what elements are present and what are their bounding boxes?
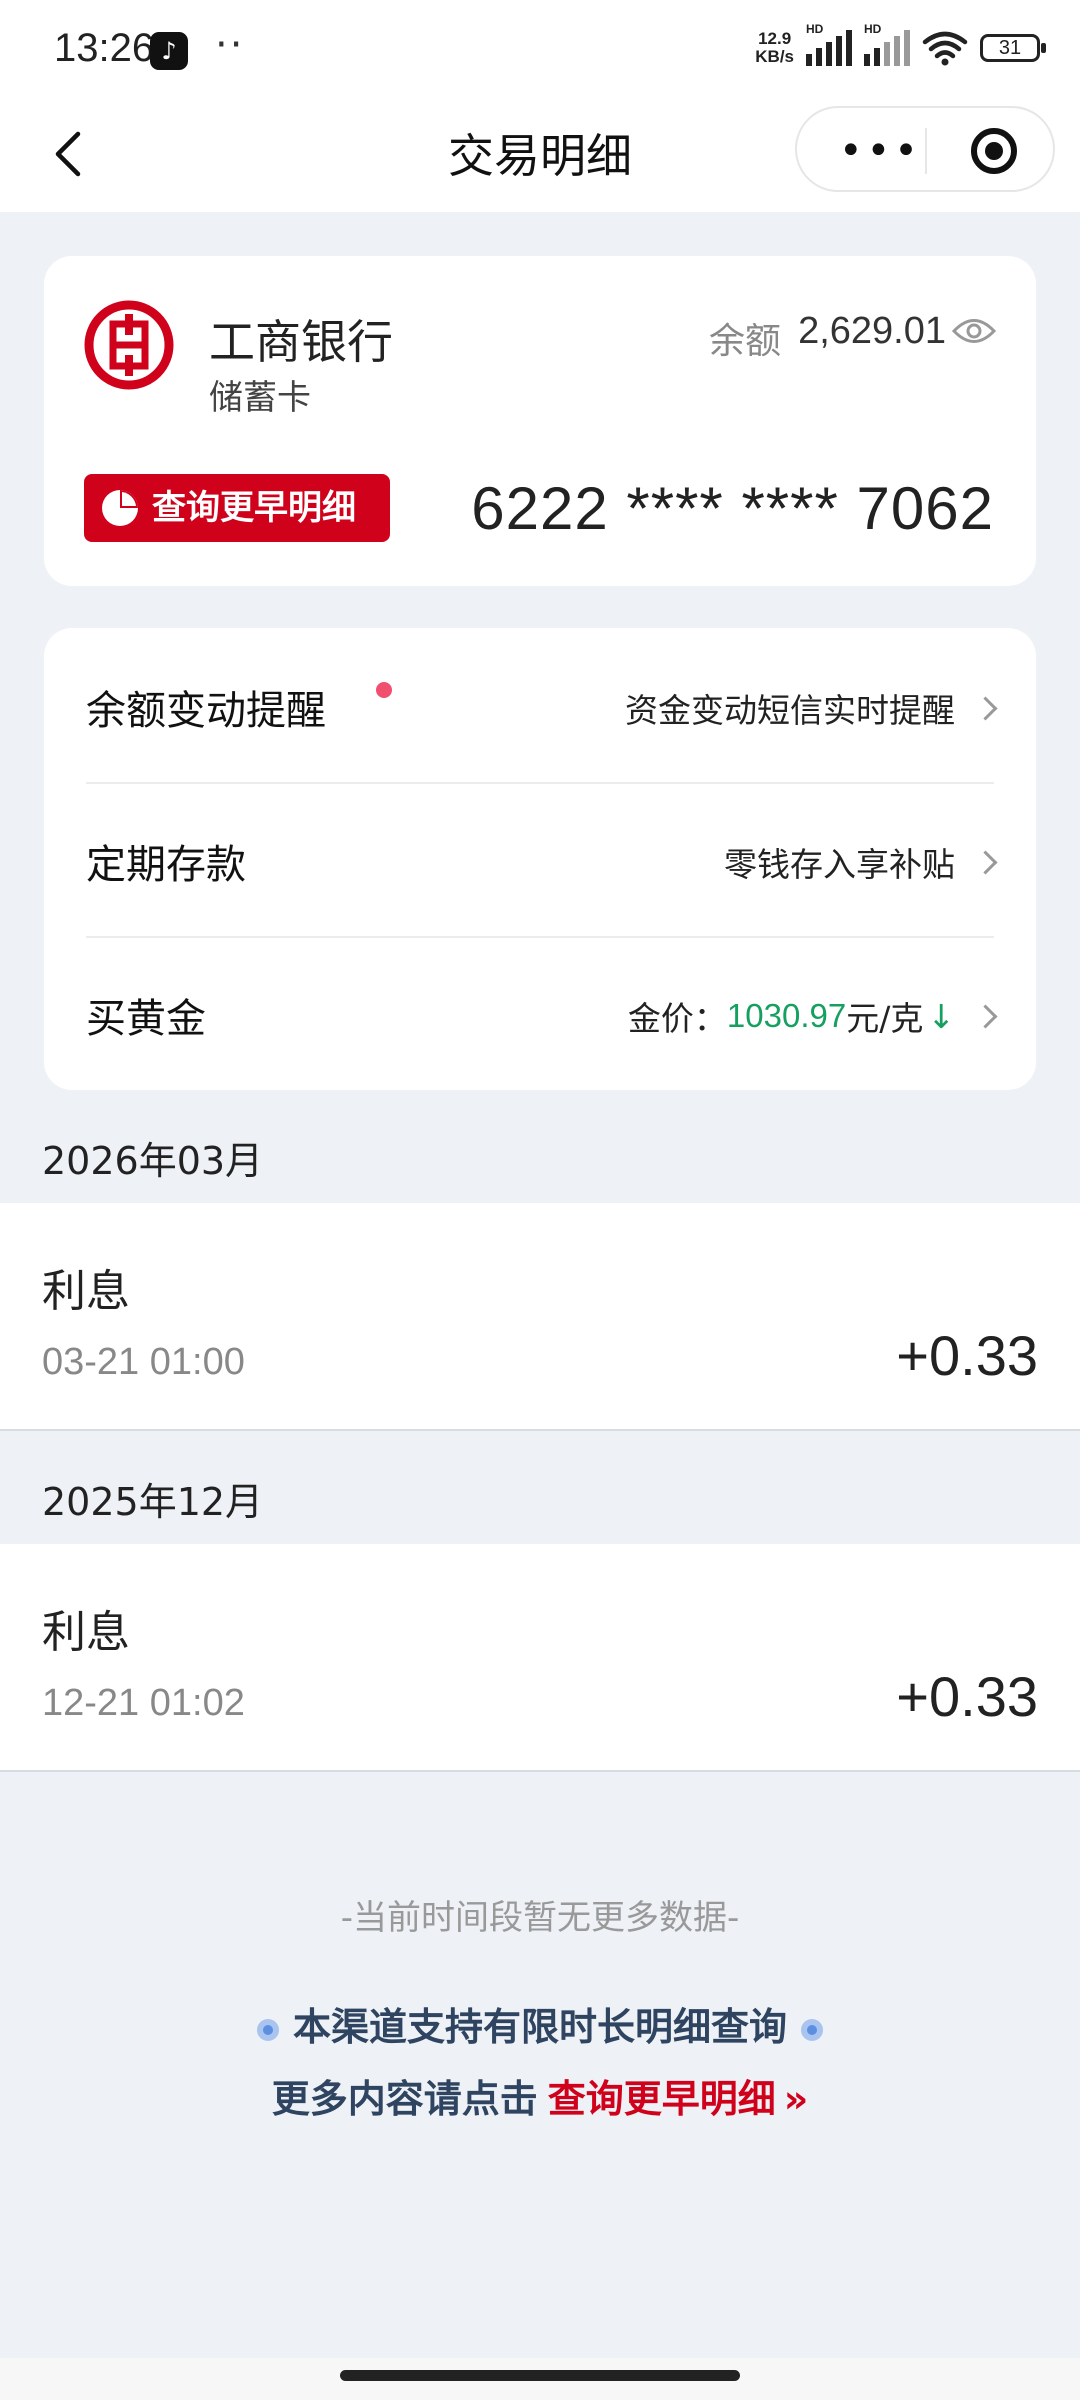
no-more-data: -当前时间段暂无更多数据- (340, 1898, 740, 1938)
service-row-fixed-deposit[interactable]: 定期存款 零钱存入享补贴 (86, 782, 998, 938)
wifi-icon (922, 31, 968, 66)
more-content-note: 更多内容请点击 查询更早明细» (271, 2077, 809, 2121)
status-dots: ·· (215, 22, 245, 68)
balance-label: 余额 (708, 321, 781, 362)
transaction-time: 03-21 01:00 (42, 1341, 245, 1383)
bullet-dot-icon (801, 2018, 823, 2041)
month-header: 2026年03月 (42, 1139, 264, 1183)
card-number: 6222 **** **** 7062 (471, 475, 994, 542)
signal-icon: HD (806, 22, 852, 66)
service-row-buy-gold[interactable]: 买黄金 金价： 1030.97 元/克 ↓ (86, 936, 998, 1090)
service-value: 零钱存入享补贴 (724, 838, 998, 886)
status-bar: 13:26 ♪ ·· 12.9 KB/s HD HD 31 (0, 0, 1080, 100)
network-speed: 12.9 KB/s (755, 29, 794, 66)
query-earlier-button[interactable]: 查询更早明细 (84, 474, 390, 542)
signal-icon-2: HD (864, 22, 910, 66)
transaction-title: 利息 (42, 1607, 130, 1658)
home-indicator[interactable] (340, 2370, 740, 2381)
chevron-right-icon (973, 695, 998, 721)
battery-icon: 31 (980, 34, 1046, 62)
close-target-icon[interactable] (971, 128, 1017, 174)
notification-dot (376, 682, 392, 698)
pie-chart-icon (102, 490, 138, 526)
transaction-title: 利息 (42, 1266, 130, 1317)
chevron-right-icon (973, 849, 998, 875)
status-right: 12.9 KB/s HD HD 31 (755, 22, 1046, 66)
service-row-balance-alert[interactable]: 余额变动提醒 资金变动短信实时提醒 (86, 628, 998, 784)
down-arrow-icon: ↓ (927, 996, 955, 1036)
transaction-amount: +0.33 (896, 1324, 1038, 1387)
bank-name: 工商银行 (209, 315, 393, 369)
month-header: 2025年12月 (42, 1480, 264, 1524)
chevron-right-icon (973, 1003, 998, 1029)
account-card: 工商银行 储蓄卡 余额 2,629.01 查询更早明细 6222 **** **… (44, 256, 1036, 586)
more-icon[interactable]: ••• (839, 128, 922, 174)
gold-price-value: 1030.97 (726, 997, 847, 1034)
tiktok-icon: ♪ (150, 32, 188, 70)
service-value: 资金变动短信实时提醒 (625, 684, 998, 732)
transaction-amount: +0.33 (896, 1665, 1038, 1728)
services-card: 余额变动提醒 资金变动短信实时提醒 定期存款 零钱存入享补贴 买黄金 金价： 1… (44, 628, 1036, 1090)
gold-price: 金价： 1030.97 元/克 ↓ (628, 992, 998, 1040)
capsule-divider (925, 128, 927, 174)
bullet-dot-icon (256, 2018, 279, 2041)
service-label: 余额变动提醒 (86, 688, 326, 734)
transaction-time: 12-21 01:02 (42, 1682, 245, 1724)
service-label: 定期存款 (86, 842, 246, 888)
double-chevron-right-icon[interactable]: » (784, 2077, 809, 2121)
gold-price-unit: 元/克 (846, 999, 924, 1038)
channel-note: 本渠道支持有限时长明细查询 (0, 1996, 1080, 2051)
icbc-logo-icon (84, 300, 174, 390)
query-earlier-link[interactable]: 查询更早明细 (548, 2077, 776, 2121)
transaction-row[interactable]: 利息 03-21 01:00 +0.33 (0, 1203, 1080, 1431)
eye-icon[interactable] (952, 314, 996, 348)
balance-value: 2,629.01 (798, 310, 946, 352)
mini-program-capsule: ••• (795, 106, 1055, 192)
nav-bar: 交易明细 ••• (0, 100, 1080, 212)
status-time: 13:26 (54, 26, 155, 70)
transaction-row[interactable]: 利息 12-21 01:02 +0.33 (0, 1544, 1080, 1772)
card-type: 储蓄卡 (209, 378, 311, 418)
query-earlier-label: 查询更早明细 (152, 488, 356, 528)
service-label: 买黄金 (86, 996, 206, 1042)
